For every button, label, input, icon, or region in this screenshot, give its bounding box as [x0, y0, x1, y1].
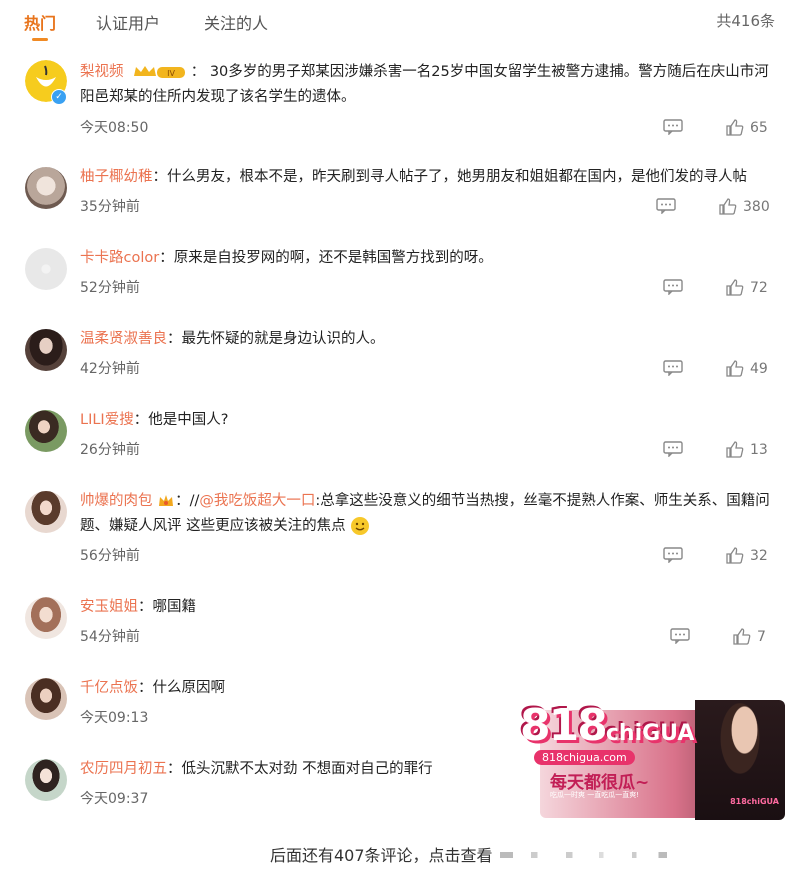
comment-username[interactable]: 柚子椰幼稚	[80, 169, 153, 185]
thumbs-up-icon	[726, 441, 744, 458]
like-count: 380	[743, 198, 770, 215]
reply-button[interactable]	[670, 628, 690, 644]
reply-button[interactable]	[656, 198, 676, 214]
comment-username[interactable]: LILI爱搜	[80, 412, 134, 428]
like-button[interactable]: 49	[726, 360, 768, 377]
comment-icon	[663, 360, 683, 376]
comment-time: 56分钟前	[80, 548, 140, 564]
comment-text: 什么原因啊	[152, 680, 226, 696]
comment-icon	[656, 198, 676, 214]
comment-username[interactable]: 帅爆的肉包	[80, 493, 153, 509]
watermark-ad: 818chiGUA 818chigua.com 每天都很瓜~ 吃瓜一时爽 一直吃…	[520, 700, 785, 820]
reply-button[interactable]	[663, 441, 683, 457]
comment-username[interactable]: 农历四月初五	[80, 761, 167, 777]
ad-subtitle: 吃瓜一时爽 一直吃瓜一直爽!	[550, 791, 640, 799]
comment-text: 最先怀疑的就是身边认识的人。	[181, 331, 385, 347]
comment-icon	[663, 119, 683, 135]
avatar[interactable]	[25, 329, 67, 371]
like-count: 49	[750, 360, 768, 377]
comment-total-count: 共416条	[716, 12, 775, 30]
faded-text-decoration	[500, 852, 720, 858]
tab-following[interactable]: 关注的人	[204, 10, 268, 34]
avatar[interactable]	[25, 491, 67, 533]
comment-text-prefix: //	[189, 493, 200, 509]
thumbs-up-icon	[726, 360, 744, 377]
avatar[interactable]	[25, 248, 67, 290]
comment-text: 什么男友，根本不是，昨天刷到寻人帖子了，她男朋友和姐姐都在国内，是他们发的寻人帖	[167, 169, 747, 185]
like-button[interactable]: 13	[726, 441, 768, 458]
thumbs-up-icon	[726, 547, 744, 564]
thumbs-up-icon	[726, 279, 744, 296]
reply-button[interactable]	[663, 547, 683, 563]
comment-time: 26分钟前	[80, 442, 140, 458]
like-count: 32	[750, 547, 768, 564]
comment-icon	[663, 547, 683, 563]
tab-verified-users[interactable]: 认证用户	[96, 10, 160, 34]
comment-text: 低头沉默不太对劲 不想面对自己的罪行	[181, 761, 433, 777]
crown-badge-icon	[159, 495, 174, 506]
comment-time: 52分钟前	[80, 280, 140, 296]
smile-emoji-icon	[351, 517, 370, 535]
comment-username[interactable]: 安玉姐姐	[80, 599, 138, 615]
tab-hot[interactable]: 热门	[24, 10, 56, 41]
comment-username[interactable]: 温柔贤淑善良	[80, 331, 167, 347]
comment-username[interactable]: 梨视频	[80, 64, 124, 80]
like-count: 72	[750, 279, 768, 296]
view-more-comments-link[interactable]: 后面还有407条评论，点击查看	[270, 842, 493, 866]
svg-text:IV: IV	[167, 69, 175, 78]
verified-badge-icon: ✓	[51, 89, 67, 105]
avatar[interactable]	[25, 678, 67, 720]
comment-time: 54分钟前	[80, 629, 140, 645]
comment-time: 今天09:13	[80, 710, 149, 726]
like-button[interactable]: 7	[733, 628, 766, 645]
reply-button[interactable]	[663, 279, 683, 295]
like-count: 65	[750, 119, 768, 136]
avatar[interactable]	[25, 759, 67, 801]
comment-time: 今天08:50	[80, 120, 149, 136]
ad-brand: 818chiGUA	[730, 797, 779, 806]
comment-text: 他是中国人?	[148, 412, 229, 428]
like-button[interactable]: 72	[726, 279, 768, 296]
comment-time: 今天09:37	[80, 791, 149, 807]
like-button[interactable]: 380	[719, 198, 770, 215]
comment-icon	[670, 628, 690, 644]
avatar[interactable]	[25, 410, 67, 452]
like-count: 13	[750, 441, 768, 458]
comment-username[interactable]: 卡卡路color	[80, 250, 159, 266]
avatar[interactable]	[25, 167, 67, 209]
like-button[interactable]: 32	[726, 547, 768, 564]
comment-time: 42分钟前	[80, 361, 140, 377]
ad-logo: 818chiGUA	[520, 700, 695, 751]
reply-button[interactable]	[663, 119, 683, 135]
level-badge-icon: IV	[134, 66, 186, 78]
mention-link[interactable]: @我吃饭超大一口	[199, 493, 315, 509]
comment-text: 原来是自投罗网的啊，还不是韩国警方找到的呀。	[173, 250, 493, 266]
comment-icon	[663, 279, 683, 295]
like-button[interactable]: 65	[726, 119, 768, 136]
thumbs-up-icon	[733, 628, 751, 645]
like-count: 7	[757, 628, 766, 645]
comment-text: 哪国籍	[152, 599, 197, 615]
ad-url: 818chigua.com	[534, 750, 635, 765]
separator: ：	[190, 64, 206, 80]
thumbs-up-icon	[726, 119, 744, 136]
avatar[interactable]	[25, 597, 67, 639]
comment-time: 35分钟前	[80, 199, 140, 215]
reply-button[interactable]	[663, 360, 683, 376]
comment-username[interactable]: 千亿点饭	[80, 680, 138, 696]
thumbs-up-icon	[719, 198, 737, 215]
comment-icon	[663, 441, 683, 457]
comment-tabs: 热门 认证用户 关注的人 共416条	[0, 0, 800, 41]
